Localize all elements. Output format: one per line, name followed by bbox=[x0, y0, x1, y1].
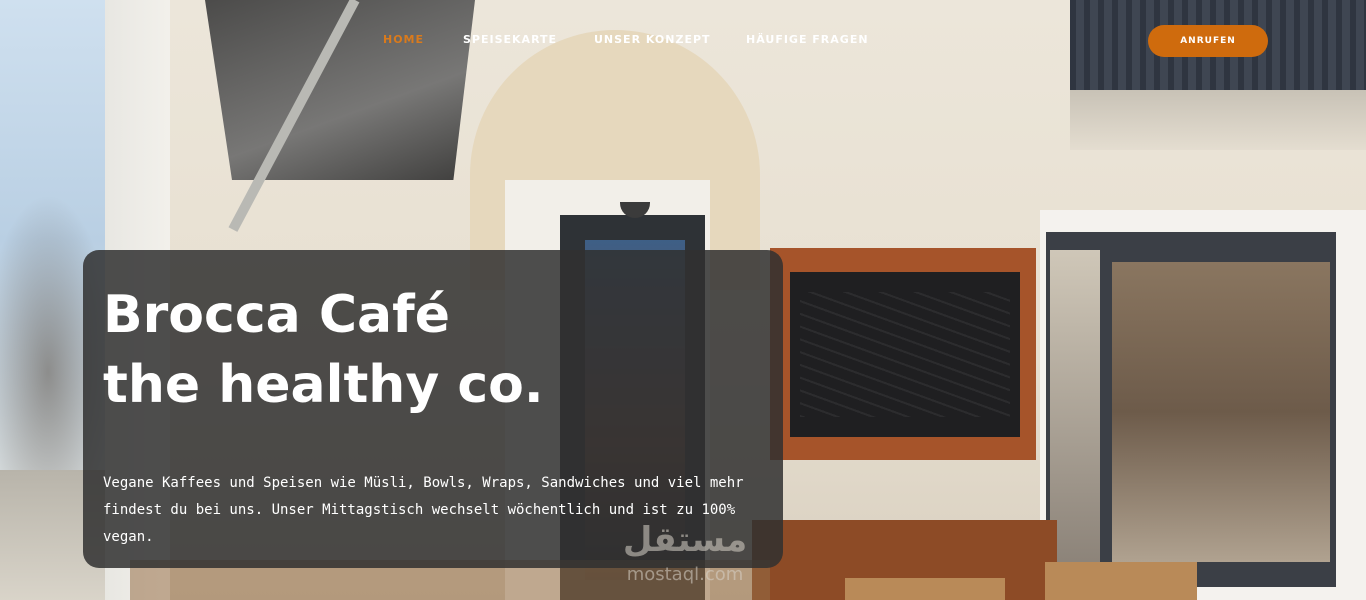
main-navigation: HOME SPEISEKARTE UNSER KONZEPT HÄUFIGE F… bbox=[0, 0, 1366, 80]
wooden-table bbox=[1045, 562, 1197, 600]
call-button[interactable]: ANRUFEN bbox=[1148, 25, 1268, 57]
watermark-logo: مستقل bbox=[622, 520, 748, 560]
chalkboard bbox=[790, 272, 1020, 437]
hero-title: Brocca Café the healthy co. bbox=[103, 280, 743, 420]
shop-window-glass bbox=[1112, 262, 1330, 562]
nav-haeufige-fragen-link[interactable]: HÄUFIGE FRAGEN bbox=[746, 33, 869, 46]
hero-title-line-2: the healthy co. bbox=[103, 355, 544, 415]
nav-unser-konzept-link[interactable]: UNSER KONZEPT bbox=[594, 33, 711, 46]
shop-window-glass-left bbox=[1050, 250, 1100, 570]
watermark-domain: mostaql.com bbox=[626, 564, 744, 585]
hero-title-line-1: Brocca Café bbox=[103, 285, 450, 345]
watermark: مستقل mostaql.com bbox=[600, 520, 770, 590]
nav-home-link[interactable]: HOME bbox=[383, 33, 424, 46]
wooden-table bbox=[845, 578, 1005, 600]
balcony-right-underside bbox=[1070, 90, 1366, 150]
nav-speisekarte-link[interactable]: SPEISEKARTE bbox=[463, 33, 557, 46]
